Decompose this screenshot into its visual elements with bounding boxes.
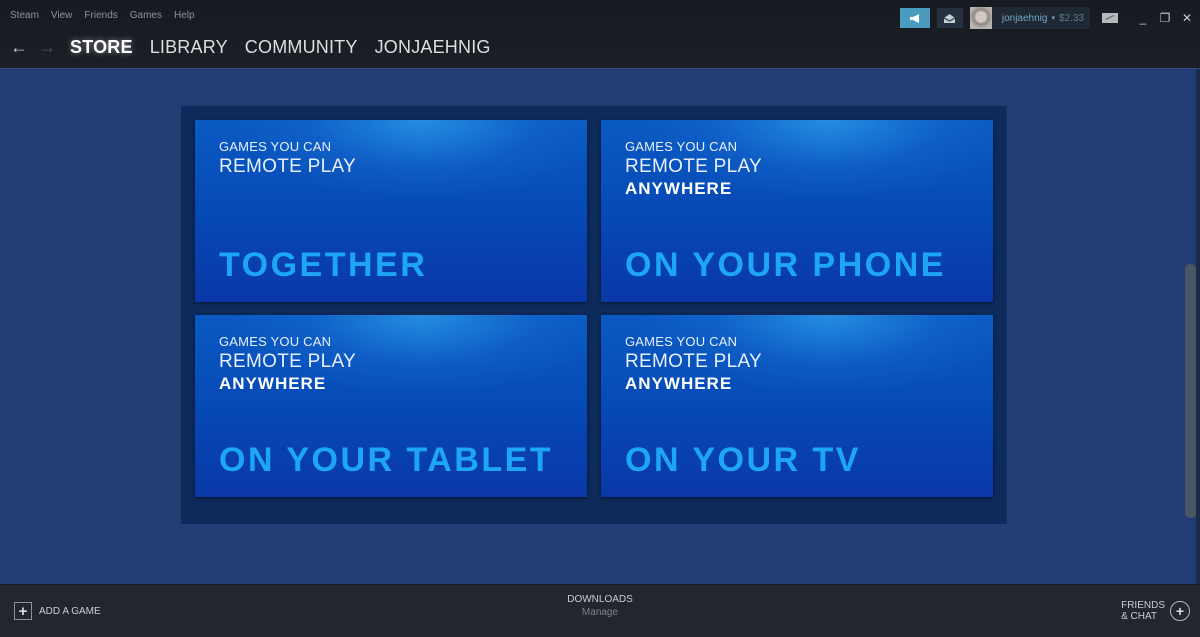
friends-label-line2: & CHAT <box>1121 611 1158 622</box>
card-line1: GAMES YOU CAN <box>625 334 738 349</box>
store-content: GAMES YOU CAN REMOTE PLAY TOGETHER GAMES… <box>0 68 1200 585</box>
card-headline: ON YOUR TABLET <box>219 441 554 479</box>
big-picture-icon[interactable] <box>1102 13 1118 23</box>
add-game-label: ADD A GAME <box>39 605 101 617</box>
chat-plus-icon: + <box>1170 601 1190 621</box>
plus-icon: + <box>14 602 32 620</box>
tab-community[interactable]: COMMUNITY <box>245 37 358 58</box>
card-tv[interactable]: GAMES YOU CAN REMOTE PLAY ANYWHERE ON YO… <box>601 315 993 497</box>
card-line1: GAMES YOU CAN <box>625 139 738 154</box>
scrollbar-thumb[interactable] <box>1185 264 1196 518</box>
minimize-icon[interactable]: _ <box>1134 9 1152 27</box>
menu-friends[interactable]: Friends <box>84 10 117 21</box>
menu-view[interactable]: View <box>51 10 73 21</box>
add-game-button[interactable]: + ADD A GAME <box>14 602 101 620</box>
downloads-manage: Manage <box>581 607 619 618</box>
card-line1: GAMES YOU CAN <box>219 334 332 349</box>
card-tablet[interactable]: GAMES YOU CAN REMOTE PLAY ANYWHERE ON YO… <box>195 315 587 497</box>
account-username[interactable]: jonjaehnig <box>1002 13 1048 24</box>
card-line2: REMOTE PLAY <box>219 156 357 177</box>
card-line2: REMOTE PLAY <box>625 156 763 177</box>
menu-bar: Steam View Friends Games Help <box>10 10 207 21</box>
wallet-balance: $2.33 <box>1058 12 1084 24</box>
scrollbar-track[interactable] <box>1196 69 1200 585</box>
friends-chat-button[interactable]: FRIENDS & CHAT + <box>1121 600 1190 622</box>
card-line3: ANYWHERE <box>219 374 327 393</box>
card-line3: ANYWHERE <box>625 179 733 198</box>
account-menu[interactable]: jonjaehnig ▾ $2.33 <box>969 7 1090 29</box>
card-line3: ANYWHERE <box>625 374 733 393</box>
avatar[interactable] <box>969 7 992 29</box>
forward-arrow-icon[interactable]: → <box>38 37 66 58</box>
card-headline: TOGETHER <box>219 246 428 284</box>
card-together[interactable]: GAMES YOU CAN REMOTE PLAY TOGETHER <box>195 120 587 302</box>
close-icon[interactable]: ✕ <box>1178 9 1196 27</box>
menu-steam[interactable]: Steam <box>10 10 39 21</box>
downloads-title: DOWNLOADS <box>567 594 633 605</box>
top-right-controls: jonjaehnig ▾ $2.33 _ ❐ ✕ <box>899 7 1200 29</box>
tab-store[interactable]: STORE <box>70 37 133 58</box>
title-bar: Steam View Friends Games Help ← → STORE … <box>0 0 1200 68</box>
card-line2: REMOTE PLAY <box>219 351 357 372</box>
downloads-button[interactable]: DOWNLOADS Manage <box>540 594 660 618</box>
remote-play-panel: GAMES YOU CAN REMOTE PLAY TOGETHER GAMES… <box>181 106 1007 524</box>
envelope-icon <box>944 13 956 23</box>
chevron-down-icon[interactable]: ▾ <box>1051 14 1055 22</box>
card-line1: GAMES YOU CAN <box>219 139 332 154</box>
card-headline: ON YOUR PHONE <box>625 246 946 284</box>
menu-games[interactable]: Games <box>130 10 162 21</box>
card-phone[interactable]: GAMES YOU CAN REMOTE PLAY ANYWHERE ON YO… <box>601 120 993 302</box>
tab-library[interactable]: LIBRARY <box>150 37 228 58</box>
tab-profile[interactable]: JONJAEHNIG <box>375 37 491 58</box>
menu-help[interactable]: Help <box>174 10 195 21</box>
card-headline: ON YOUR TV <box>625 441 861 479</box>
announcements-button[interactable] <box>899 8 930 28</box>
maximize-icon[interactable]: ❐ <box>1156 9 1174 27</box>
bottom-bar: + ADD A GAME DOWNLOADS Manage FRIENDS & … <box>0 584 1200 637</box>
friends-chat-label: FRIENDS & CHAT <box>1121 600 1165 622</box>
friends-label-line1: FRIENDS <box>1121 600 1165 611</box>
megaphone-icon <box>909 13 919 23</box>
notifications-button[interactable] <box>936 8 963 28</box>
card-line2: REMOTE PLAY <box>625 351 763 372</box>
main-nav: ← → STORE LIBRARY COMMUNITY JONJAEHNIG <box>10 34 508 60</box>
back-arrow-icon[interactable]: ← <box>10 37 38 58</box>
